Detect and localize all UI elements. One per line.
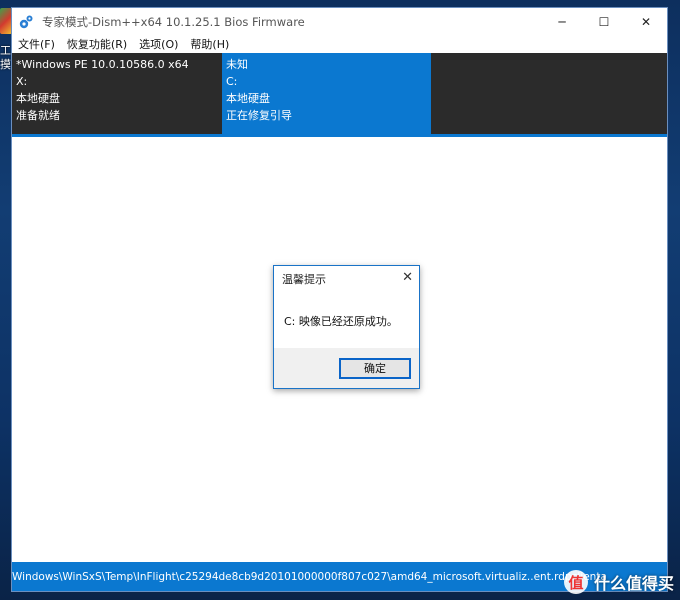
system-name: *Windows PE 10.0.10586.0 x64 xyxy=(16,58,189,71)
system-disk-type: 本地硬盘 xyxy=(16,92,60,105)
site-watermark: 值 什么值得买 xyxy=(563,570,674,594)
watermark-text: 什么值得买 xyxy=(593,574,674,593)
dialog-close-button[interactable]: ✕ xyxy=(402,270,413,286)
dialog-body: C: 映像已经还原成功。 xyxy=(274,291,419,348)
system-drive: X: xyxy=(16,75,28,88)
menu-help[interactable]: 帮助(H) xyxy=(190,36,229,52)
system-status: 准备就绪 xyxy=(16,109,60,122)
system-name: 未知 xyxy=(226,58,248,71)
menu-options[interactable]: 选项(O) xyxy=(139,36,178,52)
dialog-title: 温馨提示 xyxy=(282,272,326,286)
watermark-logo-icon: 值 xyxy=(563,570,588,594)
close-button[interactable]: ✕ xyxy=(625,8,667,35)
window-controls: ─ ☐ ✕ xyxy=(541,8,667,35)
system-info-bar: *Windows PE 10.0.10586.0 x64 X: 本地硬盘 准备就… xyxy=(12,53,667,134)
dialog-title-bar: 温馨提示 ✕ xyxy=(274,266,419,291)
menu-bar: 文件(F) 恢复功能(R) 选项(O) 帮助(H) xyxy=(12,35,667,53)
minimize-button[interactable]: ─ xyxy=(541,8,583,35)
maximize-button[interactable]: ☐ xyxy=(583,8,625,35)
status-path: Windows\WinSxS\Temp\InFlight\c25294de8cb… xyxy=(12,570,607,583)
window-title: 专家模式-Dism++x64 10.1.25.1 Bios Firmware xyxy=(42,14,305,29)
system-tile-pe[interactable]: *Windows PE 10.0.10586.0 x64 X: 本地硬盘 准备就… xyxy=(12,53,222,134)
ok-button[interactable]: 确定 xyxy=(339,357,411,379)
gears-app-icon xyxy=(19,15,33,28)
system-disk-type: 本地硬盘 xyxy=(226,92,270,105)
message-dialog: 温馨提示 ✕ C: 映像已经还原成功。 确定 xyxy=(273,265,420,389)
dialog-footer: 确定 xyxy=(274,348,419,388)
title-bar: 专家模式-Dism++x64 10.1.25.1 Bios Firmware ─… xyxy=(12,8,667,35)
menu-file[interactable]: 文件(F) xyxy=(18,36,55,52)
system-drive: C: xyxy=(226,75,238,88)
dialog-message: C: 映像已经还原成功。 xyxy=(284,315,398,328)
system-status: 正在修复引导 xyxy=(226,109,292,122)
system-tile-selected[interactable]: 未知 C: 本地硬盘 正在修复引导 xyxy=(222,53,431,134)
menu-recovery[interactable]: 恢复功能(R) xyxy=(67,36,127,52)
